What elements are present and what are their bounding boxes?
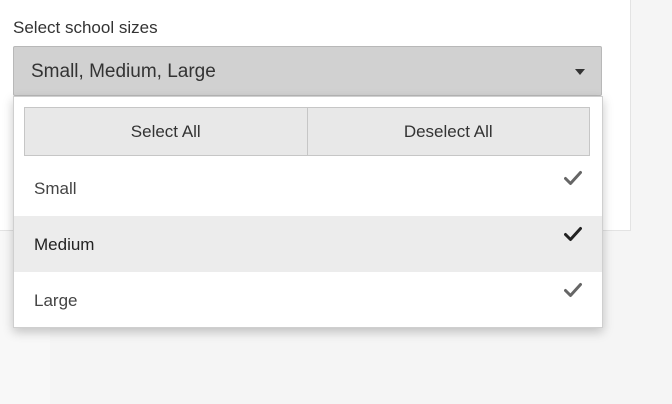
check-icon xyxy=(564,283,582,297)
check-icon xyxy=(564,171,582,185)
school-size-select[interactable]: Small, Medium, Large xyxy=(13,46,602,96)
deselect-all-button[interactable]: Deselect All xyxy=(306,108,589,155)
option-large[interactable]: Large xyxy=(14,272,602,328)
option-label: Small xyxy=(34,179,77,198)
select-all-button[interactable]: Select All xyxy=(25,108,307,155)
option-label: Large xyxy=(34,291,78,310)
option-medium[interactable]: Medium xyxy=(14,216,602,272)
dropdown-menu: Select All Deselect All Small Medium Lar… xyxy=(13,96,603,328)
option-small[interactable]: Small xyxy=(14,160,602,216)
option-label: Medium xyxy=(34,235,95,254)
check-icon xyxy=(564,227,582,241)
selected-value: Small, Medium, Large xyxy=(31,61,216,82)
chevron-down-icon xyxy=(575,69,585,75)
field-label: Select school sizes xyxy=(13,18,158,37)
bulk-actions-bar: Select All Deselect All xyxy=(24,107,590,156)
